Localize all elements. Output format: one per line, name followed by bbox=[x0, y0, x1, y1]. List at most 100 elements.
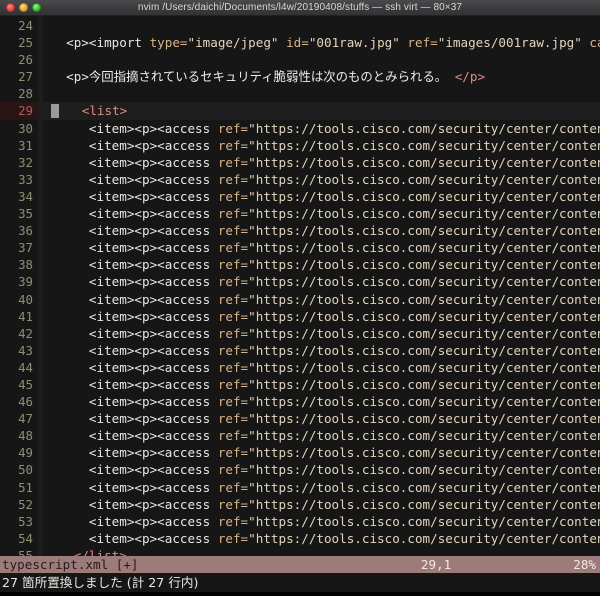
code-token: <item><p><access bbox=[51, 513, 218, 529]
code-line[interactable]: 38 <item><p><access ref="https://tools.c… bbox=[0, 256, 600, 274]
line-content: <item><p><access ref="https://tools.cisc… bbox=[43, 513, 600, 530]
code-token: <item><p><access bbox=[51, 291, 218, 307]
code-line[interactable]: 30 <item><p><access ref="https://tools.c… bbox=[0, 119, 600, 137]
code-line[interactable]: 26 bbox=[0, 51, 600, 69]
line-content: <item><p><access ref="https://tools.cisc… bbox=[43, 291, 600, 308]
code-token: ref= bbox=[217, 411, 249, 427]
line-number: 54 bbox=[0, 529, 38, 547]
line-number: 43 bbox=[0, 341, 38, 359]
code-line[interactable]: 52 <item><p><access ref="https://tools.c… bbox=[0, 495, 600, 513]
code-line[interactable]: 48 <item><p><access ref="https://tools.c… bbox=[0, 427, 600, 445]
code-token: <item><p><access bbox=[51, 274, 218, 290]
code-token: <item><p><access bbox=[51, 428, 218, 444]
code-token: ref= bbox=[217, 462, 249, 478]
line-content: <item><p><access ref="https://tools.cisc… bbox=[43, 359, 600, 376]
line-number: 34 bbox=[0, 187, 38, 206]
code-area[interactable]: 24 25 <p><import type="image/jpeg" id="00… bbox=[0, 17, 600, 556]
line-number: 32 bbox=[0, 153, 38, 171]
code-line[interactable]: 29 <list> bbox=[0, 102, 600, 120]
code-token: <item><p><access bbox=[51, 257, 218, 273]
code-token: <p> bbox=[51, 69, 89, 85]
code-line[interactable]: 32 <item><p><access ref="https://tools.c… bbox=[0, 153, 600, 171]
line-number: 55 bbox=[0, 546, 38, 556]
line-number: 42 bbox=[0, 324, 38, 342]
code-line[interactable]: 43 <item><p><access ref="https://tools.c… bbox=[0, 341, 600, 359]
line-number: 52 bbox=[0, 495, 38, 513]
code-line[interactable]: 34 <item><p><access ref="https://tools.c… bbox=[0, 187, 600, 206]
statusline-scroll-percent: 28% bbox=[573, 557, 596, 572]
code-line[interactable]: 41 <item><p><access ref="https://tools.c… bbox=[0, 307, 600, 325]
close-button[interactable] bbox=[6, 3, 15, 12]
code-token: <item><p><access bbox=[51, 188, 218, 204]
line-number: 44 bbox=[0, 358, 38, 376]
code-token: <item><p><access bbox=[51, 154, 218, 170]
code-token: <item><p><access bbox=[51, 394, 218, 410]
code-token: ref= bbox=[217, 274, 249, 290]
line-content: <item><p><access ref="https://tools.cisc… bbox=[43, 479, 600, 496]
line-content: <item><p><access ref="https://tools.cisc… bbox=[43, 496, 600, 513]
maximize-button[interactable] bbox=[32, 3, 41, 12]
code-token: "https://tools.cisco.com/security/center… bbox=[248, 445, 600, 461]
code-line[interactable]: 35 <item><p><access ref="https://tools.c… bbox=[0, 205, 600, 223]
code-token: "image/jpeg" bbox=[187, 35, 287, 51]
code-line[interactable]: 45 <item><p><access ref="https://tools.c… bbox=[0, 375, 600, 394]
code-line[interactable]: 33 <item><p><access ref="https://tools.c… bbox=[0, 170, 600, 188]
window-titlebar: nvim /Users/daichi/Documents/l4w/2019040… bbox=[0, 0, 600, 16]
code-token: ref= bbox=[217, 530, 249, 546]
code-token: capti bbox=[589, 35, 600, 51]
line-content: <list> bbox=[43, 102, 600, 120]
code-line[interactable]: 39 <item><p><access ref="https://tools.c… bbox=[0, 273, 600, 291]
code-token: 今回指摘されているセキュリティ脆弱性は次のものとみられる。 bbox=[88, 69, 448, 85]
code-token: <item><p><access bbox=[51, 308, 218, 324]
traffic-light-group bbox=[0, 3, 41, 12]
code-line[interactable]: 24 bbox=[0, 17, 600, 35]
code-token: <list> bbox=[81, 103, 128, 119]
line-number: 40 bbox=[0, 290, 38, 308]
line-number: 47 bbox=[0, 410, 38, 428]
line-content: <item><p><access ref="https://tools.cisc… bbox=[43, 325, 600, 342]
line-number: 45 bbox=[0, 375, 38, 394]
code-line[interactable]: 31 <item><p><access ref="https://tools.c… bbox=[0, 136, 600, 154]
code-token: ref= bbox=[217, 154, 249, 170]
code-line[interactable]: 40 <item><p><access ref="https://tools.c… bbox=[0, 290, 600, 308]
code-token: id= bbox=[286, 35, 309, 51]
code-line[interactable]: 50 <item><p><access ref="https://tools.c… bbox=[0, 461, 600, 479]
code-token: <item><p><access bbox=[51, 496, 218, 512]
code-line[interactable]: 37 <item><p><access ref="https://tools.c… bbox=[0, 239, 600, 257]
code-line[interactable]: 42 <item><p><access ref="https://tools.c… bbox=[0, 324, 600, 342]
code-token: <item><p><access bbox=[51, 530, 218, 546]
code-line[interactable]: 46 <item><p><access ref="https://tools.c… bbox=[0, 393, 600, 411]
code-token: "https://tools.cisco.com/security/center… bbox=[248, 530, 600, 546]
code-token: type= bbox=[149, 35, 188, 51]
code-line[interactable]: 55 </list> bbox=[0, 546, 600, 556]
code-token: "https://tools.cisco.com/security/center… bbox=[248, 513, 600, 529]
code-line[interactable]: 27 <p>今回指摘されているセキュリティ脆弱性は次のものとみられる。 </p> bbox=[0, 68, 600, 86]
code-token: "https://tools.cisco.com/security/center… bbox=[248, 308, 600, 324]
vim-message-line: 27 箇所置換しました (計 27 行内) bbox=[0, 573, 600, 592]
line-content: <item><p><access ref="https://tools.cisc… bbox=[43, 273, 600, 290]
line-content: <item><p><access ref="https://tools.cisc… bbox=[43, 137, 600, 154]
code-line[interactable]: 36 <item><p><access ref="https://tools.c… bbox=[0, 222, 600, 240]
editor-viewport[interactable]: 24 25 <p><import type="image/jpeg" id="00… bbox=[0, 16, 600, 556]
code-line[interactable]: 28 bbox=[0, 85, 600, 103]
code-line[interactable]: 54 <item><p><access ref="https://tools.c… bbox=[0, 529, 600, 547]
code-token: ref= bbox=[217, 137, 249, 153]
code-line[interactable]: 53 <item><p><access ref="https://tools.c… bbox=[0, 512, 600, 530]
code-token: ref= bbox=[217, 223, 249, 239]
code-line[interactable]: 47 <item><p><access ref="https://tools.c… bbox=[0, 410, 600, 428]
text-cursor bbox=[51, 104, 59, 119]
window-title: nvim /Users/daichi/Documents/l4w/2019040… bbox=[137, 1, 463, 13]
code-line[interactable]: 51 <item><p><access ref="https://tools.c… bbox=[0, 478, 600, 496]
code-line[interactable]: 44 <item><p><access ref="https://tools.c… bbox=[0, 358, 600, 376]
code-token: "https://tools.cisco.com/security/center… bbox=[248, 257, 600, 273]
line-content bbox=[43, 51, 600, 68]
minimize-button[interactable] bbox=[19, 3, 28, 12]
line-number: 48 bbox=[0, 427, 38, 445]
code-token: ref= bbox=[217, 376, 249, 392]
code-line[interactable]: 25 <p><import type="image/jpeg" id="001r… bbox=[0, 34, 600, 52]
line-content: <item><p><access ref="https://tools.cisc… bbox=[43, 376, 600, 393]
line-content: <item><p><access ref="https://tools.cisc… bbox=[43, 410, 600, 427]
code-token: ref= bbox=[407, 35, 438, 51]
code-line[interactable]: 49 <item><p><access ref="https://tools.c… bbox=[0, 444, 600, 462]
line-content: <item><p><access ref="https://tools.cisc… bbox=[43, 342, 600, 359]
